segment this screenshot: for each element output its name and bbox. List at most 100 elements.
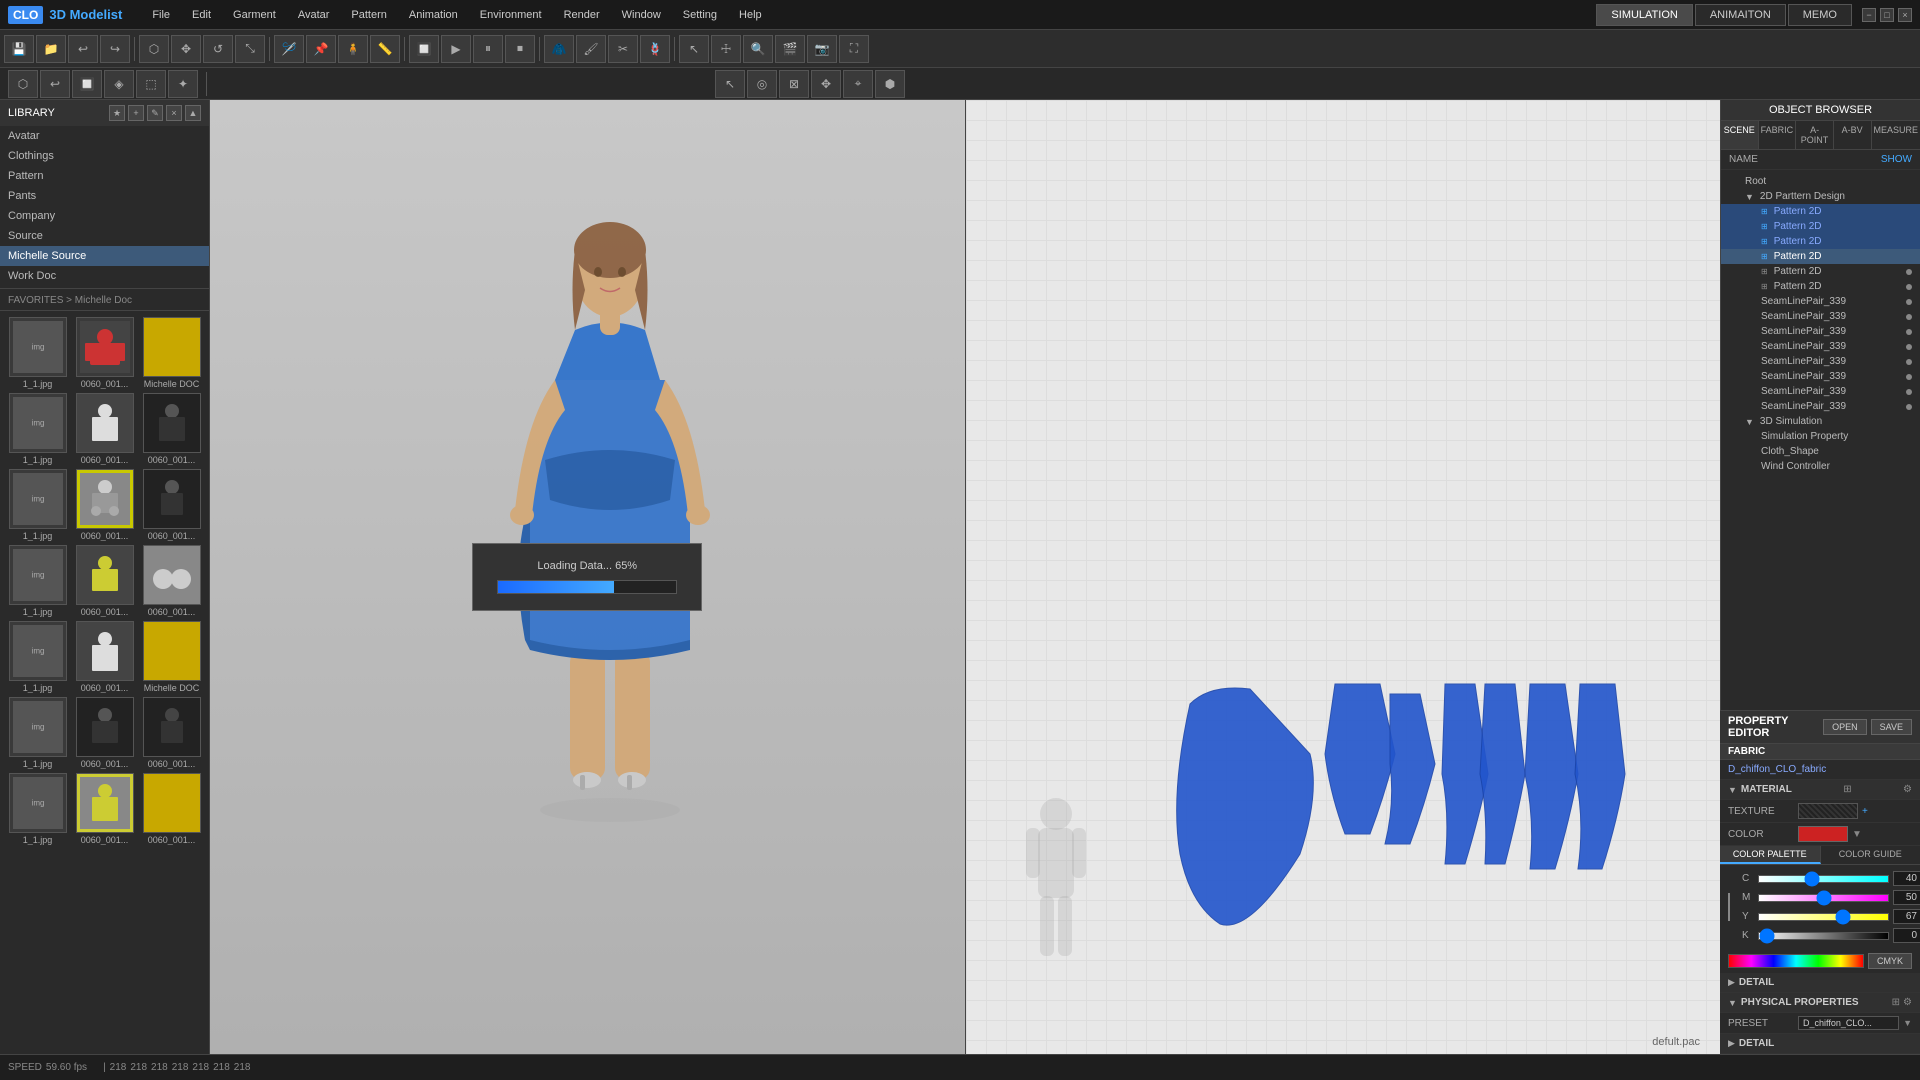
minimize-button[interactable]: − <box>1862 8 1876 22</box>
list-item[interactable]: 0060_001... <box>140 697 203 769</box>
measure-icon[interactable]: 📏 <box>370 35 400 63</box>
phys-expand-icon[interactable]: ⊞ <box>1892 997 1900 1008</box>
list-item[interactable]: 0060_001... <box>73 621 136 693</box>
maximize-button[interactable]: □ <box>1880 8 1894 22</box>
tb2-4[interactable]: ◈ <box>104 70 134 98</box>
list-item[interactable]: 0060_001... <box>140 469 203 541</box>
pause-icon[interactable]: ⏸ <box>473 35 503 63</box>
menu-pattern[interactable]: Pattern <box>341 5 396 25</box>
tree-item-sim-property[interactable]: Simulation Property <box>1721 429 1920 444</box>
tab-apoint[interactable]: A-POINT <box>1796 121 1834 149</box>
rotate-icon[interactable]: ↺ <box>203 35 233 63</box>
library-add-button[interactable]: ★ <box>109 105 125 121</box>
list-item[interactable]: img 1_1.jpg <box>6 697 69 769</box>
sidebar-item-pants[interactable]: Pants <box>0 186 209 206</box>
menu-setting[interactable]: Setting <box>673 5 727 25</box>
tb2-7[interactable]: ↖ <box>715 70 745 98</box>
tab-animation[interactable]: ANIMAITON <box>1695 4 1786 26</box>
tb2-2[interactable]: ↩ <box>40 70 70 98</box>
fullscreen-icon[interactable]: ⛶ <box>839 35 869 63</box>
y-value[interactable]: 67 <box>1893 909 1920 924</box>
color-swatch[interactable] <box>1798 826 1848 842</box>
list-item[interactable]: 0060_001... <box>140 393 203 465</box>
list-item[interactable]: 0060_001... <box>73 697 136 769</box>
pin-icon[interactable]: 📌 <box>306 35 336 63</box>
tree-item-seam-3[interactable]: SeamLinePair_339 <box>1721 324 1920 339</box>
material-expand-icon[interactable]: ⊞ <box>1843 784 1851 795</box>
tab-scene[interactable]: SCENE <box>1721 121 1759 149</box>
sim-icon[interactable]: ▶ <box>441 35 471 63</box>
menu-file[interactable]: File <box>142 5 180 25</box>
tb2-8[interactable]: ◎ <box>747 70 777 98</box>
tree-item-root[interactable]: Root <box>1721 174 1920 189</box>
open-icon[interactable]: 📁 <box>36 35 66 63</box>
list-item[interactable]: img 1_1.jpg <box>6 393 69 465</box>
m-value[interactable]: 50 <box>1893 890 1920 905</box>
phys-settings-icon[interactable]: ⚙ <box>1903 997 1912 1008</box>
menu-window[interactable]: Window <box>612 5 671 25</box>
list-item[interactable]: Michelle DOC <box>140 621 203 693</box>
tab-memo[interactable]: MEMO <box>1788 4 1852 26</box>
render-icon[interactable]: 🎬 <box>775 35 805 63</box>
sidebar-item-avatar[interactable]: Avatar <box>0 126 209 146</box>
viewport-2d[interactable]: defult.pac <box>966 100 1721 1054</box>
menu-garment[interactable]: Garment <box>223 5 286 25</box>
material-settings-icon[interactable]: ⚙ <box>1903 784 1912 795</box>
menu-avatar[interactable]: Avatar <box>288 5 340 25</box>
avatar-icon[interactable]: 🧍 <box>338 35 368 63</box>
tree-item-pattern2d-1[interactable]: ⊞ Pattern 2D <box>1721 204 1920 219</box>
k-value[interactable]: 0 <box>1893 928 1920 943</box>
tree-item-seam-5[interactable]: SeamLinePair_339 <box>1721 354 1920 369</box>
sew-icon[interactable]: 🪡 <box>274 35 304 63</box>
m-slider[interactable] <box>1758 894 1889 902</box>
tree-area[interactable]: Root ▼ 2D Parttern Design ⊞ Pattern 2D ⊞ <box>1721 170 1920 710</box>
list-item[interactable]: img 1_1.jpg <box>6 545 69 617</box>
view3d-icon[interactable]: 🔲 <box>409 35 439 63</box>
list-item[interactable]: 0060_001... <box>73 393 136 465</box>
list-item[interactable]: 0060_001... <box>140 773 203 845</box>
zoom-icon[interactable]: 🔍 <box>743 35 773 63</box>
material-section-header[interactable]: ▼ MATERIAL ⊞ ⚙ <box>1720 780 1920 800</box>
tab-fabric[interactable]: FABRIC <box>1759 121 1797 149</box>
select-icon[interactable]: ⬡ <box>139 35 169 63</box>
move-icon[interactable]: ✥ <box>171 35 201 63</box>
list-item[interactable]: Michelle DOC <box>140 317 203 389</box>
tree-item-seam-8[interactable]: SeamLinePair_339 <box>1721 399 1920 414</box>
tree-item-seam-6[interactable]: SeamLinePair_339 <box>1721 369 1920 384</box>
texture-preview[interactable] <box>1798 803 1858 819</box>
detail-section-header[interactable]: ▶ DETAIL <box>1720 973 1920 993</box>
preset-dropdown-icon[interactable]: ▼ <box>1903 1018 1912 1028</box>
tb2-9[interactable]: ⊠ <box>779 70 809 98</box>
cursor-icon[interactable]: ↖ <box>679 35 709 63</box>
tree-item-pattern2d-2[interactable]: ⊞ Pattern 2D <box>1721 219 1920 234</box>
tree-item-pattern2d-5[interactable]: ⊞ Pattern 2D <box>1721 264 1920 279</box>
sidebar-item-clothings[interactable]: Clothings <box>0 146 209 166</box>
list-item[interactable]: 0060_001... <box>140 545 203 617</box>
list-item[interactable]: 0060_001... <box>73 469 136 541</box>
sidebar-item-source[interactable]: Source <box>0 226 209 246</box>
redo-icon[interactable]: ↪ <box>100 35 130 63</box>
list-item[interactable]: 0060_001... <box>73 773 136 845</box>
tree-item-seam-4[interactable]: SeamLinePair_339 <box>1721 339 1920 354</box>
save-button[interactable]: SAVE <box>1871 719 1912 735</box>
library-delete-button[interactable]: × <box>166 105 182 121</box>
menu-animation[interactable]: Animation <box>399 5 468 25</box>
tree-item-3d-sim[interactable]: ▼ 3D Simulation <box>1721 414 1920 429</box>
tab-color-palette[interactable]: COLOR PALETTE <box>1720 846 1821 864</box>
show-label[interactable]: SHOW <box>1881 154 1912 165</box>
k-slider[interactable] <box>1758 932 1889 940</box>
sidebar-item-company[interactable]: Company <box>0 206 209 226</box>
list-item[interactable]: img 1_1.jpg <box>6 317 69 389</box>
tab-measure[interactable]: MEASURE <box>1872 121 1920 149</box>
sidebar-item-work-doc[interactable]: Work Doc <box>0 266 209 286</box>
scissor-icon[interactable]: ✂ <box>608 35 638 63</box>
tree-item-pattern2d-6[interactable]: ⊞ Pattern 2D <box>1721 279 1920 294</box>
color-spectrum-strip[interactable] <box>1728 954 1864 968</box>
scale-icon[interactable]: ⤡ <box>235 35 265 63</box>
list-item[interactable]: img 1_1.jpg <box>6 621 69 693</box>
menu-render[interactable]: Render <box>554 5 610 25</box>
tb2-1[interactable]: ⬡ <box>8 70 38 98</box>
tb2-5[interactable]: ⬚ <box>136 70 166 98</box>
detail2-section-header[interactable]: ▶ DETAIL <box>1720 1034 1920 1054</box>
library-new-button[interactable]: + <box>128 105 144 121</box>
